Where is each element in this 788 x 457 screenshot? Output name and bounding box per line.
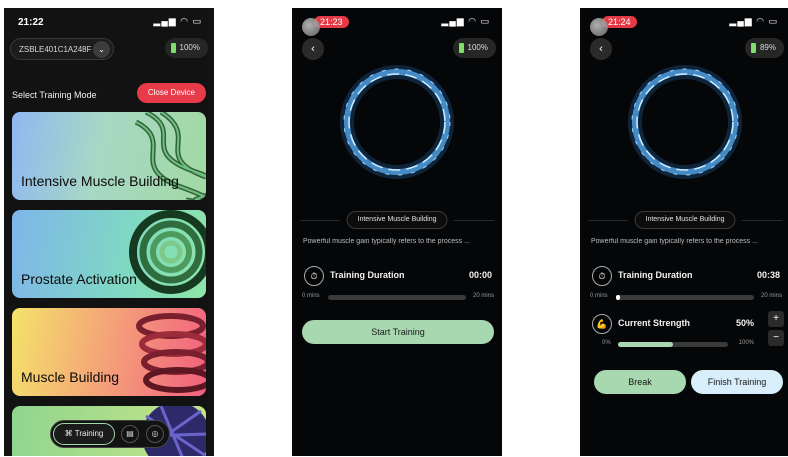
bottom-tab-bar: ⌘ Training ▤ ◎ bbox=[50, 420, 170, 448]
finish-training-button[interactable]: Finish Training bbox=[691, 370, 783, 394]
mode-card-label: Intensive Muscle Building bbox=[21, 173, 179, 189]
battery-level: 89% bbox=[759, 43, 776, 52]
strength-value: 50% bbox=[735, 318, 754, 328]
mode-badge: Intensive Muscle Building bbox=[634, 211, 736, 229]
break-button[interactable]: Break bbox=[594, 370, 686, 394]
device-selector[interactable]: ZSBLE401C1A248F ⌄ bbox=[10, 38, 114, 60]
strength-decrease-button[interactable]: − bbox=[768, 330, 784, 346]
duration-label: Training Duration bbox=[330, 270, 405, 280]
battery-level: 100% bbox=[467, 43, 488, 52]
training-duration-row: ⏱ Training Duration 00:38 bbox=[592, 266, 780, 286]
status-time: 21:22 bbox=[18, 17, 44, 28]
phone-screen-ready: 21:23 ▂▄▆ ◠ ▭ ‹ 100% Intensive Muscle Bu… bbox=[292, 8, 502, 456]
battery-badge: 89% bbox=[744, 38, 784, 58]
duration-fill bbox=[616, 295, 621, 300]
mode-description: Powerful muscle gain typically refers to… bbox=[591, 238, 758, 245]
divider bbox=[300, 220, 340, 221]
duration-min: 0 mins bbox=[302, 293, 320, 299]
strength-track bbox=[618, 342, 728, 347]
status-bar: 21:24 ▂▄▆ ◠ ▭ bbox=[580, 12, 788, 32]
mode-card-prostate-activation[interactable]: Prostate Activation bbox=[12, 210, 206, 298]
duration-max: 20 mins bbox=[472, 293, 494, 299]
divider bbox=[742, 220, 782, 221]
duration-value: 00:00 bbox=[468, 270, 492, 280]
battery-badge: 100% bbox=[164, 38, 208, 58]
signal-wifi-battery-icons: ▂▄▆ ◠ ▭ bbox=[153, 16, 202, 26]
strength-label: Current Strength bbox=[618, 318, 690, 328]
strength-arm-icon: 💪 bbox=[592, 314, 612, 334]
current-strength-row: 💪 Current Strength 50% bbox=[592, 314, 754, 334]
mode-card-intensive-muscle-building[interactable]: Intensive Muscle Building bbox=[12, 112, 206, 200]
close-device-button[interactable]: Close Device bbox=[136, 83, 206, 103]
duration-progress: 0 mins 20 mins bbox=[302, 292, 494, 302]
timer-icon: ⏱ bbox=[304, 266, 324, 286]
tab-settings-icon[interactable]: ◎ bbox=[146, 425, 164, 443]
signal-wifi-battery-icons: ▂▄▆ ◠ ▭ bbox=[441, 16, 490, 26]
strength-fill bbox=[618, 342, 673, 347]
battery-badge: 100% bbox=[452, 38, 496, 58]
tab-calendar-icon[interactable]: ▤ bbox=[121, 425, 139, 443]
mode-card-label: Prostate Activation bbox=[21, 271, 137, 287]
mode-badge: Intensive Muscle Building bbox=[346, 211, 448, 229]
back-button[interactable]: ‹ bbox=[302, 38, 324, 60]
assistive-touch-icon[interactable] bbox=[302, 18, 320, 36]
tab-training[interactable]: ⌘ Training bbox=[53, 423, 115, 445]
signal-wifi-battery-icons: ▂▄▆ ◠ ▭ bbox=[729, 16, 778, 26]
duration-min: 0 mins bbox=[590, 293, 608, 299]
duration-progress: 0 mins 20 mins bbox=[590, 292, 782, 302]
timer-icon: ⏱ bbox=[592, 266, 612, 286]
tab-training-label: Training bbox=[74, 429, 104, 438]
strength-increase-button[interactable]: + bbox=[768, 311, 784, 327]
assistive-touch-icon[interactable] bbox=[590, 18, 608, 36]
mode-description: Powerful muscle gain typically refers to… bbox=[303, 238, 470, 245]
training-duration-row: ⏱ Training Duration 00:00 bbox=[304, 266, 492, 286]
status-bar: 21:22 ▂▄▆ ◠ ▭ bbox=[4, 12, 214, 32]
strength-progress: 0% 100% bbox=[602, 339, 754, 349]
phone-screen-training: 21:24 ▂▄▆ ◠ ▭ ‹ 89% Intensive Muscle Bui… bbox=[580, 8, 788, 456]
section-title: Select Training Mode bbox=[12, 90, 97, 100]
duration-track bbox=[328, 295, 466, 300]
battery-icon bbox=[458, 42, 464, 53]
phone-screen-mode-select: 21:22 ▂▄▆ ◠ ▭ ZSBLE401C1A248F ⌄ 100% Sel… bbox=[4, 8, 214, 456]
divider bbox=[454, 220, 494, 221]
duration-max: 20 mins bbox=[760, 293, 782, 299]
glow-orb-icon bbox=[340, 65, 454, 179]
back-button[interactable]: ‹ bbox=[590, 38, 612, 60]
duration-value: 00:38 bbox=[756, 270, 780, 280]
start-training-button[interactable]: Start Training bbox=[302, 320, 494, 344]
battery-level: 100% bbox=[179, 43, 200, 52]
duration-label: Training Duration bbox=[618, 270, 693, 280]
device-id: ZSBLE401C1A248F bbox=[19, 45, 92, 54]
status-bar: 21:23 ▂▄▆ ◠ ▭ bbox=[292, 12, 502, 32]
glow-orb-icon bbox=[628, 65, 742, 179]
chevron-down-icon[interactable]: ⌄ bbox=[93, 41, 110, 58]
battery-icon bbox=[170, 42, 176, 53]
duration-track bbox=[616, 295, 754, 300]
mode-card-label: Muscle Building bbox=[21, 369, 120, 385]
divider bbox=[588, 220, 628, 221]
mode-card-muscle-building[interactable]: Muscle Building bbox=[12, 308, 206, 396]
battery-icon bbox=[750, 42, 756, 53]
strength-min: 0% bbox=[602, 340, 611, 346]
training-icon: ⌘ bbox=[64, 429, 75, 438]
strength-max: 100% bbox=[738, 340, 754, 346]
